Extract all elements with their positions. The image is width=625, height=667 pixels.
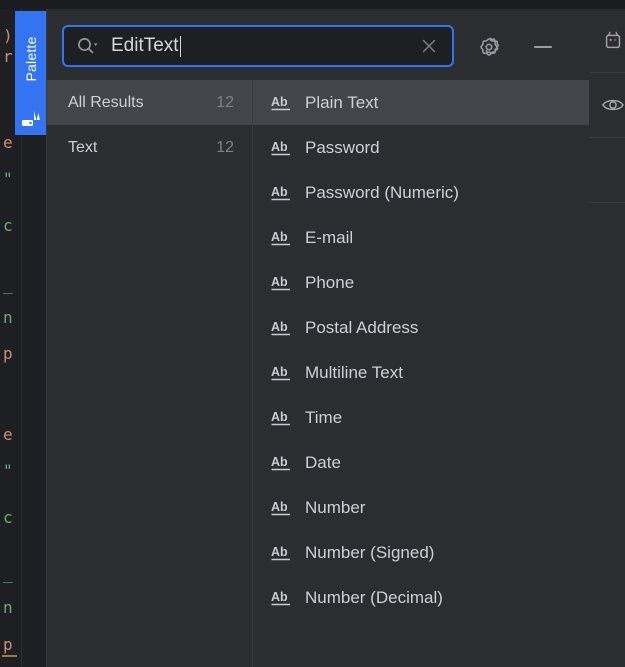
code-fragment: n xyxy=(3,308,13,327)
ab-text-icon: Ab xyxy=(271,229,294,247)
code-error-underline xyxy=(2,655,17,657)
gear-icon[interactable] xyxy=(477,35,501,59)
result-row[interactable]: Ab Number xyxy=(253,485,589,530)
result-row[interactable]: Ab Number (Signed) xyxy=(253,530,589,575)
code-fragment: p xyxy=(3,635,13,654)
eye-icon[interactable] xyxy=(602,94,624,116)
code-fragment: _ xyxy=(3,275,13,294)
code-fragment: e xyxy=(3,425,13,444)
result-label: Number xyxy=(305,497,366,517)
category-count: 12 xyxy=(216,138,234,156)
code-fragment: n xyxy=(3,598,13,617)
code-fragment: p xyxy=(3,344,13,363)
category-label: Text xyxy=(68,138,98,156)
result-label: Time xyxy=(305,407,343,427)
code-fragment: r xyxy=(3,47,13,66)
result-label: Phone xyxy=(305,272,355,292)
window-top-edge xyxy=(0,0,625,9)
result-list: Ab Plain Text Ab Password Ab Password (Numeri… xyxy=(253,80,589,667)
ab-text-icon: Ab xyxy=(271,319,294,337)
svg-text:Ab: Ab xyxy=(271,185,288,199)
result-row[interactable]: Ab Plain Text xyxy=(253,80,589,125)
text-caret xyxy=(179,35,182,57)
result-row[interactable]: Ab Phone xyxy=(253,260,589,305)
svg-text:Ab: Ab xyxy=(271,365,288,379)
category-list: All Results 12 Text 12 xyxy=(47,80,253,667)
result-row[interactable]: Ab Password xyxy=(253,125,589,170)
svg-text:Ab: Ab xyxy=(271,545,288,559)
right-panel-row[interactable] xyxy=(588,8,625,73)
popup-body: All Results 12 Text 12 Ab Plain Text Ab Passwo… xyxy=(47,80,589,667)
svg-text:Ab: Ab xyxy=(271,410,288,424)
result-row[interactable]: Ab Multiline Text xyxy=(253,350,589,395)
result-label: Password (Numeric) xyxy=(305,182,459,202)
code-fragment: " xyxy=(3,169,13,188)
code-fragment: c xyxy=(3,508,13,527)
category-label: All Results xyxy=(68,93,144,111)
result-row[interactable]: Ab Password (Numeric) xyxy=(253,170,589,215)
result-label: Number (Signed) xyxy=(305,542,435,562)
ab-text-icon: Ab xyxy=(271,274,294,292)
minimize-icon[interactable] xyxy=(531,35,555,59)
palette-search-popup: EditText All Results 12 Text 12 Ab Plain… xyxy=(46,9,589,667)
svg-text:Ab: Ab xyxy=(271,95,288,109)
svg-text:Ab: Ab xyxy=(271,590,288,604)
category-row[interactable]: Text 12 xyxy=(47,125,252,170)
code-fragment: _ xyxy=(3,564,13,583)
right-tool-panel xyxy=(587,8,625,667)
result-row[interactable]: Ab Time xyxy=(253,395,589,440)
result-label: Postal Address xyxy=(305,317,419,337)
result-label: Multiline Text xyxy=(305,362,403,382)
category-count: 12 xyxy=(216,93,234,111)
ab-text-icon: Ab xyxy=(271,184,294,202)
right-panel-row[interactable] xyxy=(588,73,625,138)
svg-text:Ab: Ab xyxy=(271,275,288,289)
svg-text:Ab: Ab xyxy=(271,320,288,334)
svg-text:Ab: Ab xyxy=(271,230,288,244)
ab-text-icon: Ab xyxy=(271,409,294,427)
ab-text-icon: Ab xyxy=(271,589,294,607)
ab-text-icon: Ab xyxy=(271,94,294,112)
code-fragment: " xyxy=(3,461,13,480)
search-header: EditText xyxy=(47,9,589,81)
code-fragment: e xyxy=(3,133,13,152)
android-device-icon[interactable] xyxy=(602,29,624,51)
ab-text-icon: Ab xyxy=(271,364,294,382)
result-label: Number (Decimal) xyxy=(305,587,443,607)
tool-tab-palette[interactable]: Palette xyxy=(15,11,46,135)
result-row[interactable]: Ab Postal Address xyxy=(253,305,589,350)
tool-tab-palette-label: Palette xyxy=(22,36,39,82)
result-label: Date xyxy=(305,452,341,472)
result-row[interactable]: Ab Date xyxy=(253,440,589,485)
result-label: Plain Text xyxy=(305,92,379,112)
ab-text-icon: Ab xyxy=(271,544,294,562)
result-label: E-mail xyxy=(305,227,354,247)
result-row[interactable]: Ab E-mail xyxy=(253,215,589,260)
ab-text-icon: Ab xyxy=(271,499,294,517)
search-input-text-wrap: EditText xyxy=(111,35,420,57)
search-icon[interactable] xyxy=(76,36,98,56)
result-row[interactable]: Ab Number (Decimal) xyxy=(253,575,589,620)
code-fragment: ) xyxy=(3,26,13,45)
palette-icon xyxy=(21,109,41,129)
svg-text:Ab: Ab xyxy=(271,455,288,469)
category-row[interactable]: All Results 12 xyxy=(47,80,252,125)
svg-text:Ab: Ab xyxy=(271,140,288,154)
ab-text-icon: Ab xyxy=(271,139,294,157)
search-input-value: EditText xyxy=(111,35,179,56)
code-fragment: c xyxy=(3,216,13,235)
close-icon[interactable] xyxy=(420,37,438,55)
search-input[interactable]: EditText xyxy=(62,25,454,67)
result-label: Password xyxy=(305,137,380,157)
right-panel-row xyxy=(588,138,625,203)
svg-text:Ab: Ab xyxy=(271,500,288,514)
ab-text-icon: Ab xyxy=(271,454,294,472)
